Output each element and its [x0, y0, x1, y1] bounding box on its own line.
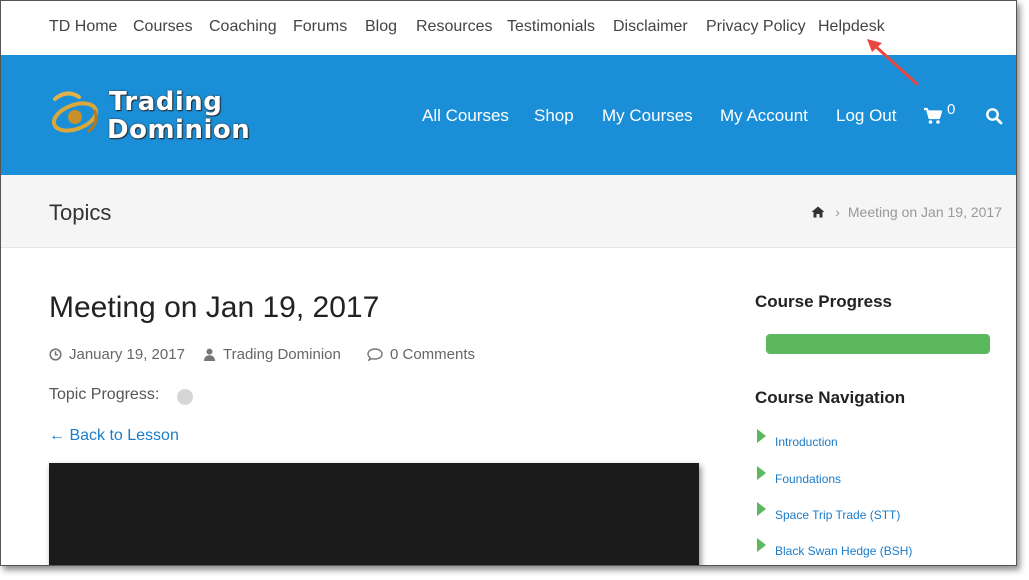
course-nav-item-label[interactable]: Foundations: [775, 472, 841, 486]
cart-count: 0: [947, 101, 956, 118]
post-comments: 0 Comments: [367, 346, 475, 363]
post-comments-text[interactable]: 0 Comments: [390, 346, 475, 363]
back-to-lesson-link[interactable]: ← Back to Lesson: [49, 427, 179, 445]
course-progress-bar: [766, 334, 990, 354]
topnav-blog[interactable]: Blog: [365, 18, 397, 36]
cart-icon[interactable]: [923, 107, 943, 125]
topnav-coaching[interactable]: Coaching: [209, 18, 277, 36]
breadcrumb: › Meeting on Jan 19, 2017: [811, 204, 1002, 220]
breadcrumb-current: Meeting on Jan 19, 2017: [847, 204, 1002, 220]
topnav-td-home[interactable]: TD Home: [49, 18, 117, 36]
course-nav-item[interactable]: Space Trip Trade (STT): [757, 502, 900, 522]
course-nav-item-label[interactable]: Introduction: [775, 435, 838, 449]
nav-shop[interactable]: Shop: [534, 106, 574, 126]
logo-text-line1: Trading: [109, 87, 223, 117]
post-author: Trading Dominion: [203, 346, 341, 363]
annotation-arrow-icon: [867, 39, 919, 86]
browser-frame: TD Home Courses Coaching Forums Blog Res…: [0, 0, 1017, 566]
post-date: January 19, 2017: [49, 346, 185, 363]
post-title: Meeting on Jan 19, 2017: [49, 291, 380, 324]
topnav-helpdesk[interactable]: Helpdesk: [818, 18, 885, 36]
post-date-text: January 19, 2017: [69, 346, 185, 363]
page-title: Topics: [49, 200, 112, 225]
expand-arrow-icon[interactable]: [757, 502, 766, 516]
video-player[interactable]: [49, 463, 699, 565]
course-nav-item[interactable]: Foundations: [757, 466, 841, 486]
post-author-text[interactable]: Trading Dominion: [223, 346, 341, 363]
nav-all-courses[interactable]: All Courses: [422, 106, 509, 126]
course-nav-item-label[interactable]: Space Trip Trade (STT): [775, 508, 900, 522]
course-nav-item[interactable]: Introduction: [757, 429, 838, 449]
expand-arrow-icon[interactable]: [757, 466, 766, 480]
user-icon: [203, 348, 216, 361]
course-navigation-heading: Course Navigation: [755, 388, 906, 407]
topnav-resources[interactable]: Resources: [416, 18, 492, 36]
breadcrumb-separator: ›: [835, 204, 840, 220]
logo-swirl-icon: [51, 91, 99, 133]
expand-arrow-icon[interactable]: [757, 429, 766, 443]
logo-text-line2: Dominion: [107, 115, 251, 145]
course-nav-item[interactable]: Black Swan Hedge (BSH): [757, 538, 912, 558]
topnav-forums[interactable]: Forums: [293, 18, 347, 36]
nav-my-account[interactable]: My Account: [720, 106, 808, 126]
topic-progress-label: Topic Progress:: [49, 386, 160, 403]
expand-arrow-icon[interactable]: [757, 538, 766, 552]
clock-icon: [49, 348, 62, 361]
comment-icon: [367, 348, 383, 361]
topic-progress-indicator: [177, 389, 193, 405]
nav-log-out[interactable]: Log Out: [836, 106, 897, 126]
nav-my-courses[interactable]: My Courses: [602, 106, 693, 126]
topnav-testimonials[interactable]: Testimonials: [507, 18, 595, 36]
topnav-disclaimer[interactable]: Disclaimer: [613, 18, 688, 36]
home-icon[interactable]: [811, 206, 825, 218]
site-logo[interactable]: Trading Dominion: [49, 83, 269, 147]
course-nav-item-label[interactable]: Black Swan Hedge (BSH): [775, 544, 912, 558]
page-title-bar: Topics › Meeting on Jan 19, 2017: [1, 175, 1016, 248]
course-progress-heading: Course Progress: [755, 292, 892, 311]
search-icon[interactable]: [985, 107, 1003, 125]
course-progress-fill: [766, 334, 990, 354]
topnav-courses[interactable]: Courses: [133, 18, 193, 36]
topnav-privacy-policy[interactable]: Privacy Policy: [706, 18, 806, 36]
